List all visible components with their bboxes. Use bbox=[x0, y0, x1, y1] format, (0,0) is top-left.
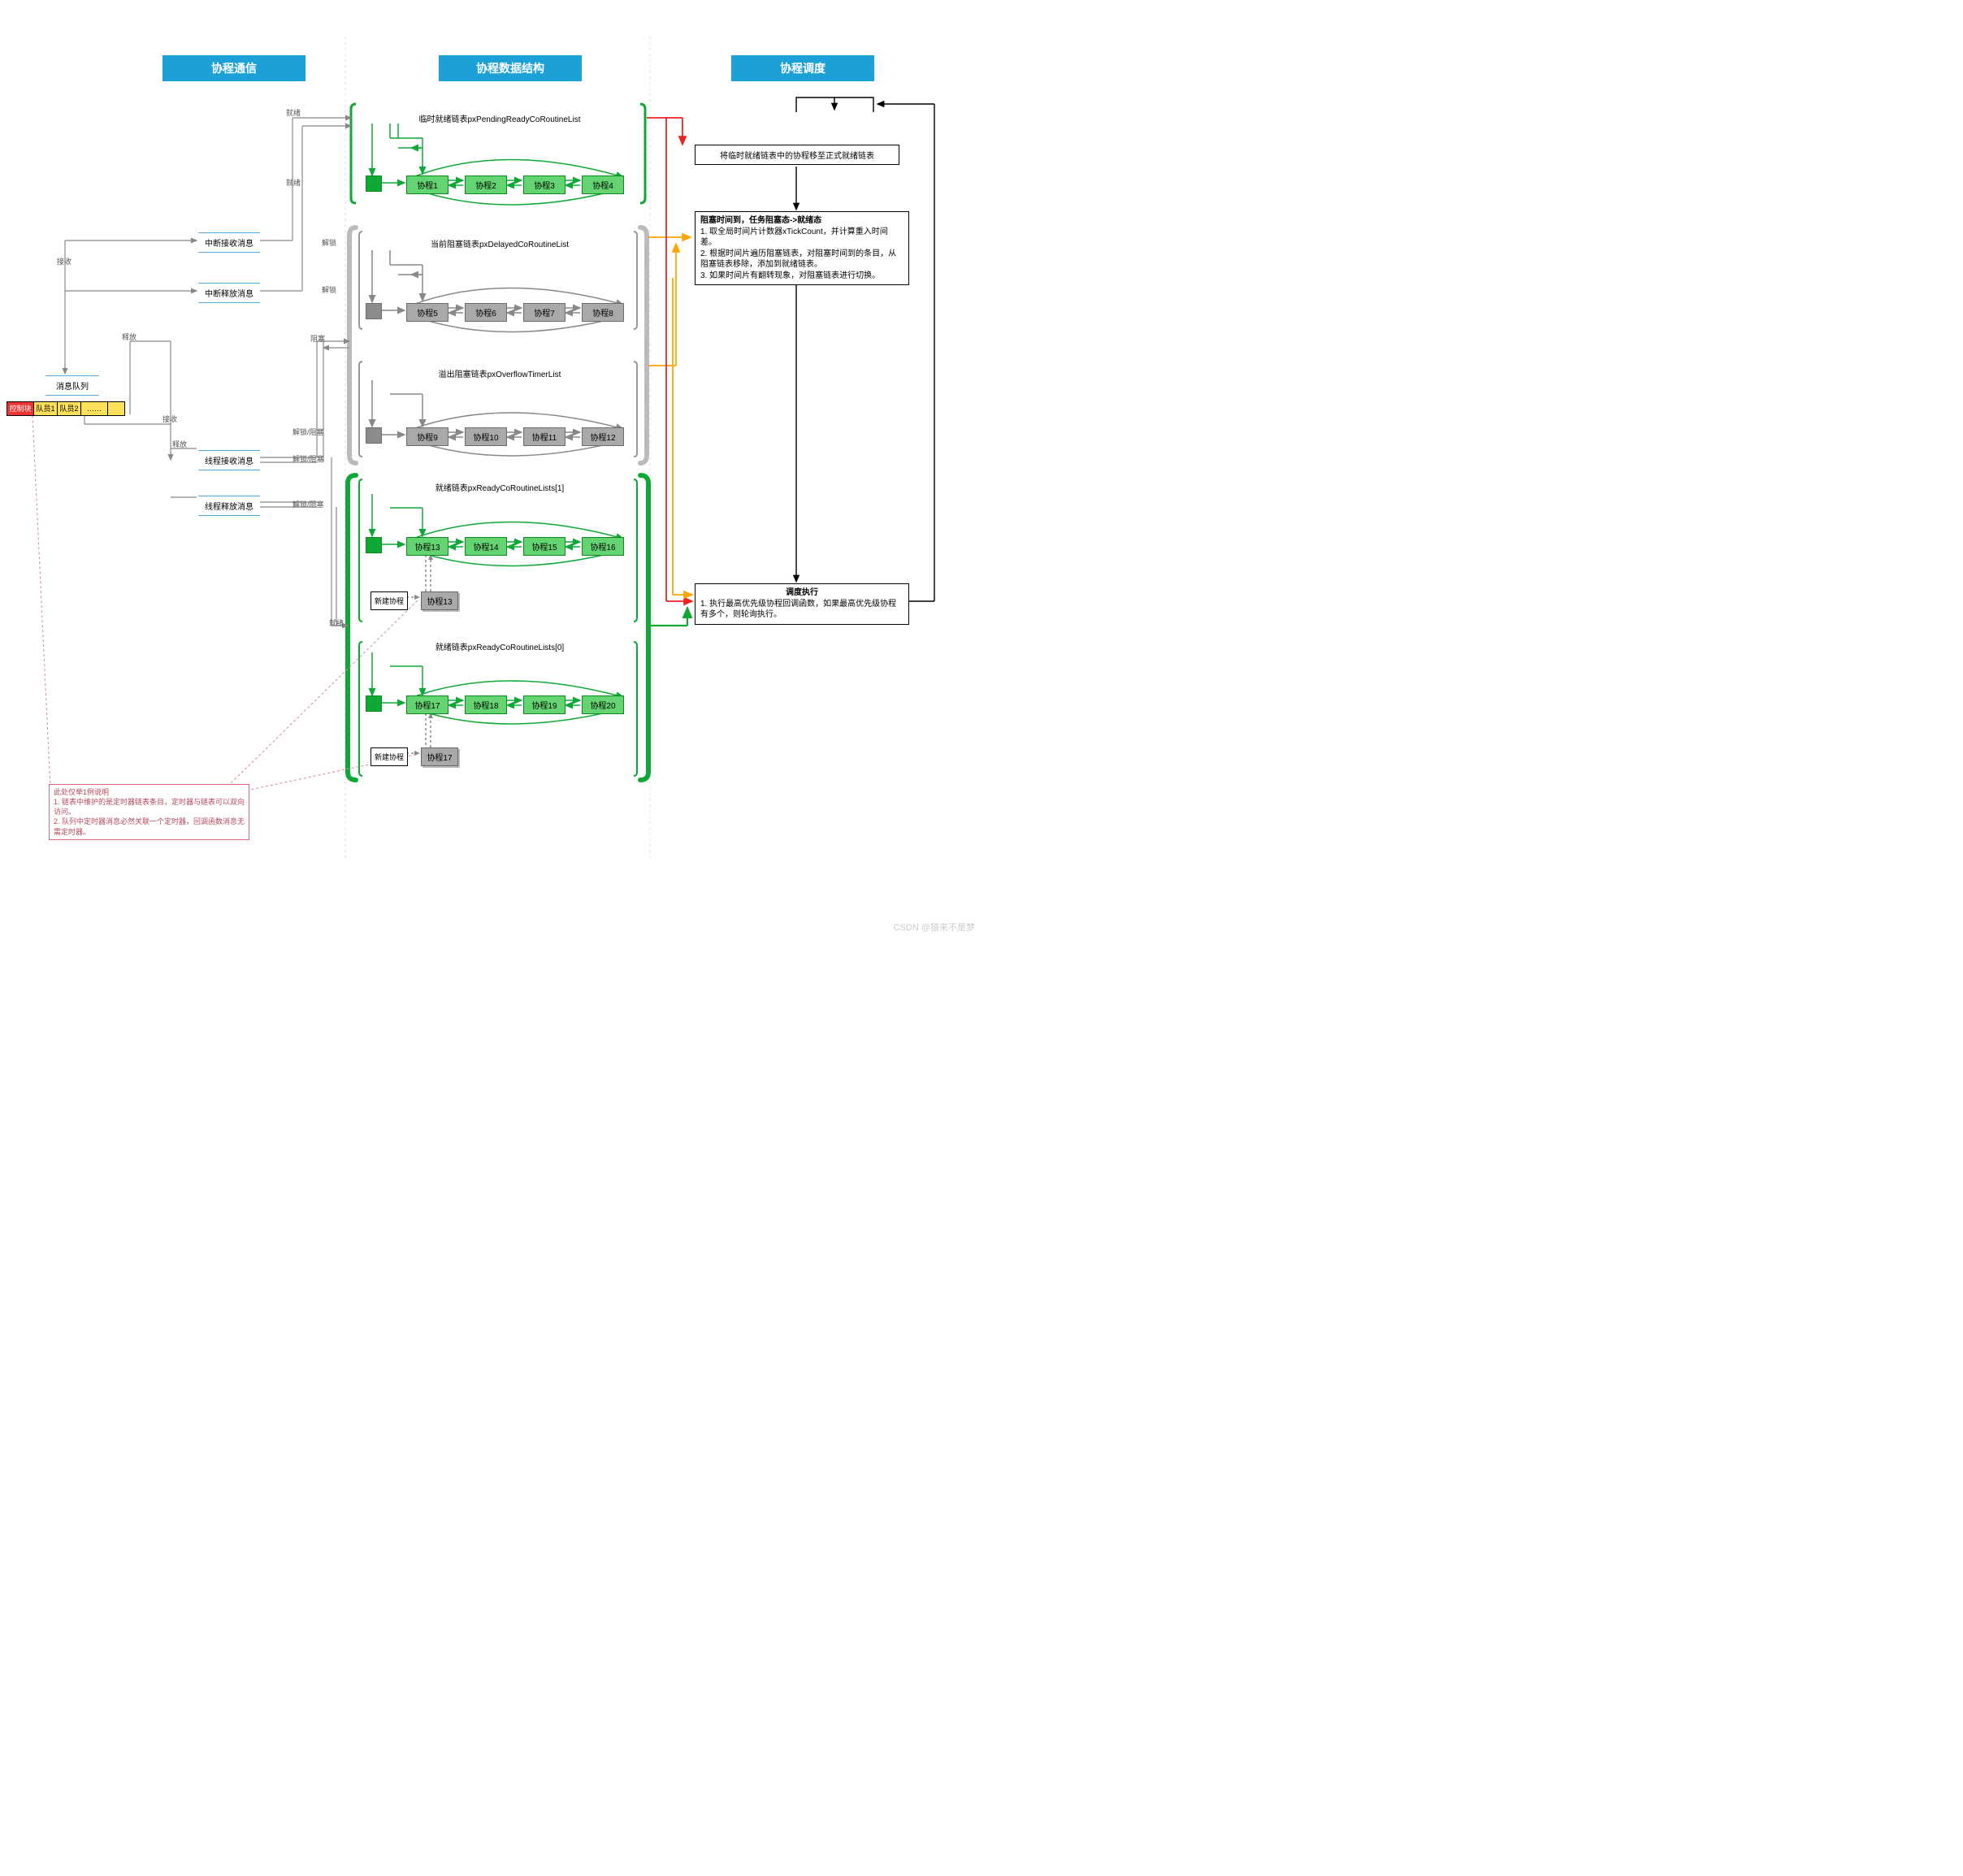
new-coroutine-label: 新建协程 bbox=[370, 747, 408, 766]
label-ready0: 就绪链表pxReadyCoRoutineLists[0] bbox=[366, 640, 634, 652]
new-coroutine-label: 新建协程 bbox=[370, 591, 408, 610]
sched-tick: 阻塞时间到，任务阻塞态->就绪态 1. 取全局时间片计数器xTickCount，… bbox=[695, 211, 909, 285]
note-box: 此处仅举1例说明 1. 链表中维护的是定时器链表条目，定时器与链表可以双向访问。… bbox=[49, 784, 249, 840]
list-head bbox=[366, 427, 382, 444]
list-head bbox=[366, 175, 382, 192]
note-line-2: 2. 队列中定时器消息必然关联一个定时器，回调函数消息无需定时器。 bbox=[54, 817, 245, 835]
list-item: 协程2 bbox=[465, 175, 507, 194]
action-thr-recv: 线程接收消息 bbox=[198, 450, 260, 470]
edge-label: 就绪 bbox=[286, 107, 301, 118]
edge-label: 就绪 bbox=[286, 177, 301, 188]
header-comm: 协程通信 bbox=[162, 55, 306, 81]
list-item: 协程10 bbox=[465, 427, 507, 446]
queue-cell bbox=[107, 401, 125, 416]
edge-label: 解锁 bbox=[322, 284, 336, 295]
sched-tick-2: 2. 根据时间片遍历阻塞链表，对阻塞时间到的条目，从阻塞链表移除，添加到就绪链表… bbox=[700, 249, 896, 270]
list-item: 协程4 bbox=[582, 175, 624, 194]
sched-exec: 调度执行 1. 执行最高优先级协程回调函数，如果最高优先级协程有多个，则轮询执行… bbox=[695, 583, 909, 625]
list-item: 协程11 bbox=[523, 427, 566, 446]
queue-cell: 队员2 bbox=[57, 401, 81, 416]
action-irq-send: 中断释放消息 bbox=[198, 283, 260, 303]
edge-label: 解锁 bbox=[322, 237, 336, 248]
list-item: 协程18 bbox=[465, 695, 507, 714]
edge-label: 释放 bbox=[122, 331, 136, 342]
edge-label: 阻塞 bbox=[310, 333, 325, 344]
list-item: 协程8 bbox=[582, 303, 624, 322]
sched-move: 将临时就绪链表中的协程移至正式就绪链表 bbox=[695, 145, 899, 165]
list-item: 协程7 bbox=[523, 303, 566, 322]
edge-label: 解锁/阻塞 bbox=[292, 453, 324, 464]
queue-cell: 控制块 bbox=[6, 401, 34, 416]
label-pending: 临时就绪链表pxPendingReadyCoRoutineList bbox=[366, 112, 634, 124]
sched-tick-3: 3. 如果时间片有翻转现象，对阻塞链表进行切换。 bbox=[700, 271, 880, 280]
new-coroutine-13: 协程13 bbox=[421, 591, 458, 610]
list-item: 协程5 bbox=[406, 303, 448, 322]
edge-label: 释放 bbox=[172, 439, 187, 449]
header-sched: 协程调度 bbox=[731, 55, 874, 81]
edge-label: 解锁/阻塞 bbox=[292, 499, 324, 509]
note-title: 此处仅举1例说明 bbox=[54, 788, 109, 796]
list-item: 协程20 bbox=[582, 695, 624, 714]
edge-label: 解锁/阻塞 bbox=[292, 427, 324, 437]
list-item: 协程12 bbox=[582, 427, 624, 446]
sched-exec-1: 1. 执行最高优先级协程回调函数，如果最高优先级协程有多个，则轮询执行。 bbox=[700, 600, 896, 620]
sched-exec-title: 调度执行 bbox=[786, 588, 818, 597]
list-item: 协程3 bbox=[523, 175, 566, 194]
label-delayed: 当前阻塞链表pxDelayedCoRoutineList bbox=[366, 237, 634, 249]
list-item: 协程19 bbox=[523, 695, 566, 714]
note-line-1: 1. 链表中维护的是定时器链表条目，定时器与链表可以双向访问。 bbox=[54, 798, 245, 816]
list-head bbox=[366, 303, 382, 319]
list-item: 协程6 bbox=[465, 303, 507, 322]
list-item: 协程13 bbox=[406, 537, 448, 556]
action-irq-recv: 中断接收消息 bbox=[198, 232, 260, 253]
list-item: 协程16 bbox=[582, 537, 624, 556]
list-item: 协程15 bbox=[523, 537, 566, 556]
msg-queue-title: 消息队列 bbox=[46, 375, 99, 396]
list-item: 协程17 bbox=[406, 695, 448, 714]
list-head bbox=[366, 537, 382, 553]
sched-tick-title: 阻塞时间到，任务阻塞态->就绪态 bbox=[700, 216, 821, 225]
edge-label: 接收 bbox=[162, 414, 177, 424]
new-coroutine-17: 协程17 bbox=[421, 747, 458, 766]
header-data: 协程数据结构 bbox=[439, 55, 582, 81]
list-head bbox=[366, 695, 382, 712]
watermark: CSDN @猿来不是梦 bbox=[894, 921, 975, 934]
label-ready1: 就绪链表pxReadyCoRoutineLists[1] bbox=[366, 481, 634, 493]
action-thr-send: 线程释放消息 bbox=[198, 496, 260, 516]
edge-label: 接收 bbox=[57, 256, 72, 266]
queue-cell: …… bbox=[80, 401, 108, 416]
list-item: 协程1 bbox=[406, 175, 448, 194]
sched-tick-1: 1. 取全局时间片计数器xTickCount，并计算重入时间差。 bbox=[700, 227, 888, 248]
edge-label: 就绪 bbox=[329, 617, 344, 628]
label-overflow: 溢出阻塞链表pxOverflowTimerList bbox=[366, 367, 634, 379]
queue-cell: 队员1 bbox=[33, 401, 58, 416]
list-item: 协程14 bbox=[465, 537, 507, 556]
list-item: 协程9 bbox=[406, 427, 448, 446]
